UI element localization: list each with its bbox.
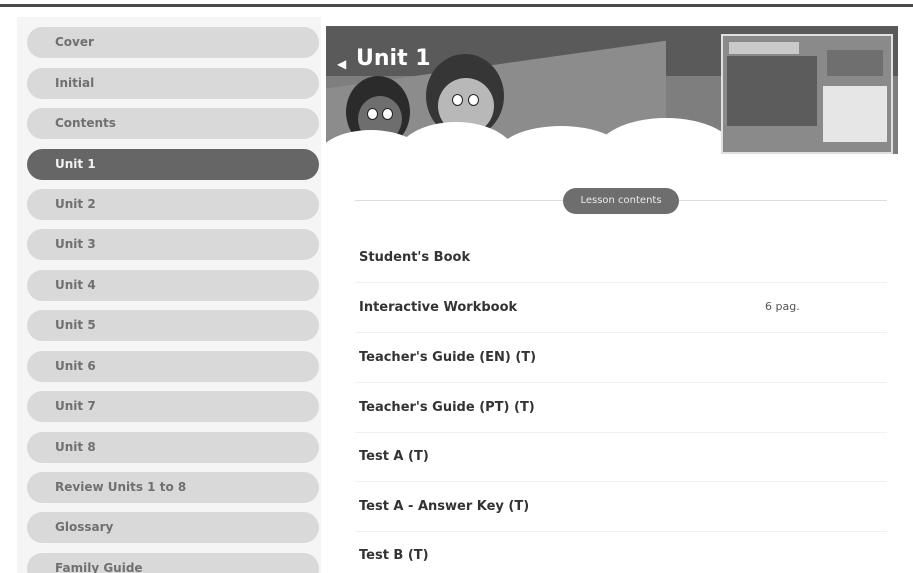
row-divider (355, 332, 887, 333)
sidebar-item-review-units[interactable]: Review Units 1 to 8 (27, 472, 319, 503)
top-rule (0, 4, 913, 7)
eye (382, 108, 393, 120)
row-divider (355, 481, 887, 482)
lesson-contents-pill: Lesson contents (563, 188, 679, 214)
lesson-item-test-a-answer-key[interactable]: Test A - Answer Key (T) (359, 499, 529, 514)
sidebar-item-unit-8[interactable]: Unit 8 (27, 432, 319, 463)
sidebar-item-contents[interactable]: Contents (27, 108, 319, 139)
thumbnail-scene (727, 56, 817, 126)
thumbnail-header (729, 42, 799, 54)
lesson-item-teachers-guide-pt[interactable]: Teacher's Guide (PT) (T) (359, 400, 535, 415)
row-divider (355, 531, 887, 532)
lesson-item-test-a[interactable]: Test A (T) (359, 449, 429, 464)
unit-cover-thumbnail[interactable] (721, 34, 893, 154)
sidebar-item-unit-2[interactable]: Unit 2 (27, 189, 319, 220)
unit-title: Unit 1 (356, 46, 431, 71)
eye (367, 108, 378, 120)
eye (452, 94, 463, 106)
sidebar-item-unit-1[interactable]: Unit 1 (27, 149, 319, 180)
sidebar-item-unit-6[interactable]: Unit 6 (27, 351, 319, 382)
thumbnail-card (823, 86, 887, 142)
lesson-item-students-book[interactable]: Student's Book (359, 250, 470, 265)
sidebar-item-initial[interactable]: Initial (27, 68, 319, 99)
unit-banner: ◀ Unit 1 (326, 26, 898, 154)
sidebar-item-glossary[interactable]: Glossary (27, 512, 319, 543)
row-divider (355, 282, 887, 283)
sidebar-item-unit-4[interactable]: Unit 4 (27, 270, 319, 301)
row-divider (355, 382, 887, 383)
sidebar-item-family-guide[interactable]: Family Guide (27, 553, 319, 573)
sidebar-item-unit-7[interactable]: Unit 7 (27, 391, 319, 422)
lesson-item-interactive-workbook[interactable]: Interactive Workbook (359, 300, 517, 315)
sidebar-item-cover[interactable]: Cover (27, 27, 319, 58)
lesson-item-test-b[interactable]: Test B (T) (359, 548, 429, 563)
lesson-item-teachers-guide-en[interactable]: Teacher's Guide (EN) (T) (359, 350, 536, 365)
page-count: 6 pag. (765, 300, 800, 313)
eye (468, 94, 479, 106)
chevron-left-icon[interactable]: ◀ (337, 57, 346, 71)
thumbnail-sign (827, 50, 883, 76)
row-divider (355, 432, 887, 433)
sidebar-item-unit-3[interactable]: Unit 3 (27, 229, 319, 260)
sidebar-nav: Cover Initial Contents Unit 1 Unit 2 Uni… (17, 17, 321, 573)
sidebar-item-unit-5[interactable]: Unit 5 (27, 310, 319, 341)
